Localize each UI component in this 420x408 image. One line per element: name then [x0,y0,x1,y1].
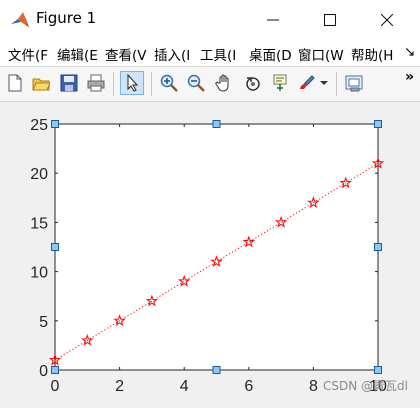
toolbar-separator [151,72,152,96]
x-tick-label: 4 [180,378,189,395]
matlab-icon [11,12,29,27]
selection-handle[interactable] [51,120,59,128]
brush-dropdown[interactable] [318,72,330,94]
save-button[interactable] [58,72,80,94]
toolbar-overflow[interactable]: » [405,69,414,85]
maximize-icon [324,14,336,26]
x-tick-label: 8 [309,378,318,395]
y-tick-label: 0 [39,363,48,380]
menu-edit[interactable]: 编辑(E [57,44,98,64]
selection-handle[interactable] [374,366,382,374]
y-tick-label: 20 [30,166,48,183]
plot-tools-icon [345,75,363,92]
menu-window[interactable]: 窗口(W [298,44,344,64]
dropdown-icon [320,81,328,85]
selection-handle[interactable] [212,366,221,374]
selection-handle[interactable] [51,366,59,374]
selection-handle[interactable] [51,243,59,251]
open-icon [32,78,50,91]
print-icon [87,74,105,92]
menu-view[interactable]: 查看(V [105,44,147,64]
toolbar: » [0,67,420,102]
y-tick-label: 5 [39,314,48,331]
x-tick-label: 0 [51,378,60,395]
select-arrow-icon [127,74,139,92]
selection-handle[interactable] [374,120,382,128]
pan-hand-icon [215,74,229,92]
menu-file[interactable]: 文件(F [8,44,48,64]
minimize-button[interactable] [248,0,298,40]
zoom-in-icon [160,74,178,92]
menu-desktop[interactable]: 桌面(D [249,44,292,64]
axes-background [54,123,379,371]
selection-handle[interactable] [374,243,382,251]
toolbar-separator [336,72,337,96]
rotate-3d-icon [246,77,260,91]
selection-handle[interactable] [212,120,221,128]
minimize-icon [267,19,279,21]
menu-help[interactable]: 帮助(H [351,44,393,64]
open-button[interactable] [30,72,52,94]
window-title: Figure 1 [36,9,97,27]
x-tick-label: 6 [244,378,253,395]
data-cursor-icon [273,74,287,91]
menu-insert[interactable]: 插入(I [154,44,190,64]
menu-bar: 文件(F 编辑(E 查看(V 插入(I 工具(I 桌面(D 窗口(W 帮助(H … [0,40,420,67]
zoom-out-icon [187,74,205,92]
y-tick-label: 25 [30,117,48,134]
close-icon [381,14,393,26]
menu-tools[interactable]: 工具(I [200,44,236,64]
data-cursor-button[interactable] [270,72,292,94]
watermark: CSDN @青瓦dl [323,379,408,393]
brush-icon [300,75,315,89]
print-button[interactable] [85,72,107,94]
select-button[interactable] [120,71,144,95]
y-tick-label: 15 [30,215,48,232]
title-bar: Figure 1 [0,0,420,40]
brush-button[interactable] [296,72,318,94]
x-tick-label: 2 [115,378,124,395]
new-figure-icon [8,74,22,92]
save-icon [60,74,78,92]
zoom-in-button[interactable] [158,72,180,94]
pan-button[interactable] [213,72,235,94]
new-figure-button[interactable] [4,72,26,94]
figure-area: 0 2 4 6 8 10 0 5 10 15 20 25 CSDN @青瓦dl [0,102,420,404]
zoom-out-button[interactable] [185,72,207,94]
close-button[interactable] [362,0,412,40]
plot-tools-button[interactable] [344,72,366,94]
y-tick-label: 10 [30,265,48,282]
menu-overflow-arrow-icon[interactable]: ↘ [404,44,415,60]
toolbar-separator [113,72,114,96]
plot-canvas[interactable]: 0 2 4 6 8 100510152025 [0,102,420,404]
maximize-button[interactable] [305,0,355,40]
rotate-button[interactable] [242,72,264,94]
